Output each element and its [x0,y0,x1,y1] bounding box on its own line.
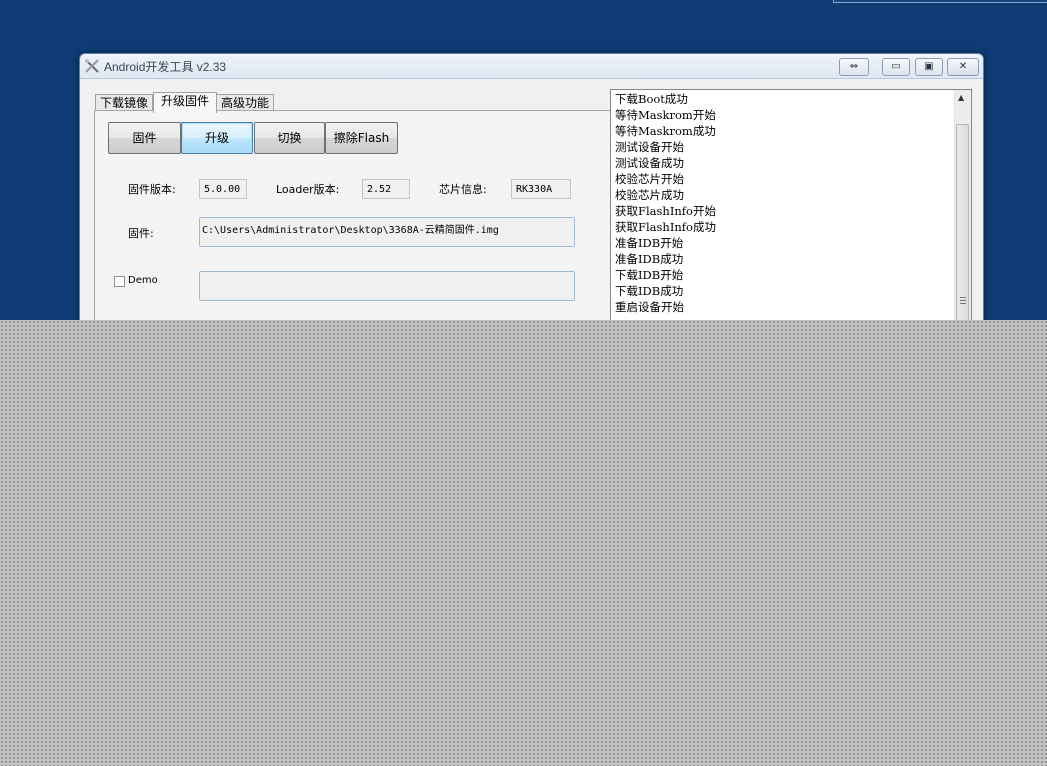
tab-label: 升级固件 [160,94,209,108]
log-lines: 下载Boot成功等待Maskrom开始 等待Maskrom成功 测试设备开始 测试设备… [615,91,716,315]
app-window: Android开发工具 v2.33 ⇔ ▭ ▣ ✕ 下载镜像 升级固件 高级功能… [79,53,984,362]
log-line: 下载Boot成功 [615,92,688,106]
firmware-version-label: 固件版本: [128,183,176,196]
desktop-window-edge [833,0,1047,3]
log-line: 等待Maskrom开始 [615,108,716,122]
grip-line [960,300,966,301]
log-line: 校验芯片开始 [615,172,684,186]
firmware-version-value: 5.0.00 [199,179,247,199]
tab-label: 下载镜像 [99,96,148,110]
grip-line [960,303,966,304]
minimize-button[interactable]: ▭ [882,58,910,76]
log-line: 等待Maskrom成功 [615,124,716,138]
firmware-button[interactable]: 固件 [108,122,181,154]
scroll-thumb[interactable] [956,124,969,324]
firmware-path-label: 固件: [128,227,154,240]
title-bar[interactable]: Android开发工具 v2.33 ⇔ ▭ ▣ ✕ [80,54,983,79]
dotted-overlay [0,320,1047,766]
maximize-icon: ▣ [924,61,934,72]
log-line: 校验芯片成功 [615,188,684,202]
log-line: 下载IDB成功 [615,284,684,298]
window-title: Android开发工具 v2.33 [104,60,227,74]
log-line: 重启设备开始 [615,300,684,314]
log-scrollbar[interactable]: ▲ [954,90,971,355]
minimize-icon: ▭ [891,61,901,72]
close-button[interactable]: ✕ [947,58,979,76]
demo-label: Demo [128,275,158,286]
tab-upgrade-firmware[interactable]: 升级固件 [153,92,217,113]
tab-label: 高级功能 [220,96,269,110]
maximize-button[interactable]: ▣ [915,58,943,76]
log-line: 测试设备开始 [615,140,684,154]
log-line: 获取FlashInfo成功 [615,220,716,234]
firmware-path-field[interactable]: C:\Users\Administrator\Desktop\3368A-云精简… [199,217,575,247]
log-line: 下载IDB开始 [615,268,684,282]
chip-info-value: RK330A [511,179,571,199]
grip-line [960,297,966,298]
log-line: 准备IDB开始 [615,236,684,250]
loader-version-value: 2.52 [362,179,410,199]
swap-icon: ⇔ [849,61,859,72]
close-icon: ✕ [958,61,968,72]
erase-flash-button[interactable]: 擦除Flash [325,122,398,154]
log-line: 测试设备成功 [615,156,684,170]
switch-button[interactable]: 切换 [254,122,325,154]
upgrade-button[interactable]: 升级 [181,122,253,154]
loader-version-label: Loader版本: [276,183,340,196]
swap-button[interactable]: ⇔ [839,58,869,76]
log-line: 准备IDB成功 [615,252,684,266]
log-line: 获取FlashInfo开始 [615,204,716,218]
log-listbox[interactable]: 下载Boot成功等待Maskrom开始 等待Maskrom成功 测试设备开始 测试设备… [610,89,972,356]
demo-checkbox[interactable] [114,276,125,287]
chip-info-label: 芯片信息: [439,183,487,196]
scroll-up-arrow-icon[interactable]: ▲ [958,93,964,102]
tools-icon [85,59,99,73]
demo-field[interactable] [199,271,575,301]
